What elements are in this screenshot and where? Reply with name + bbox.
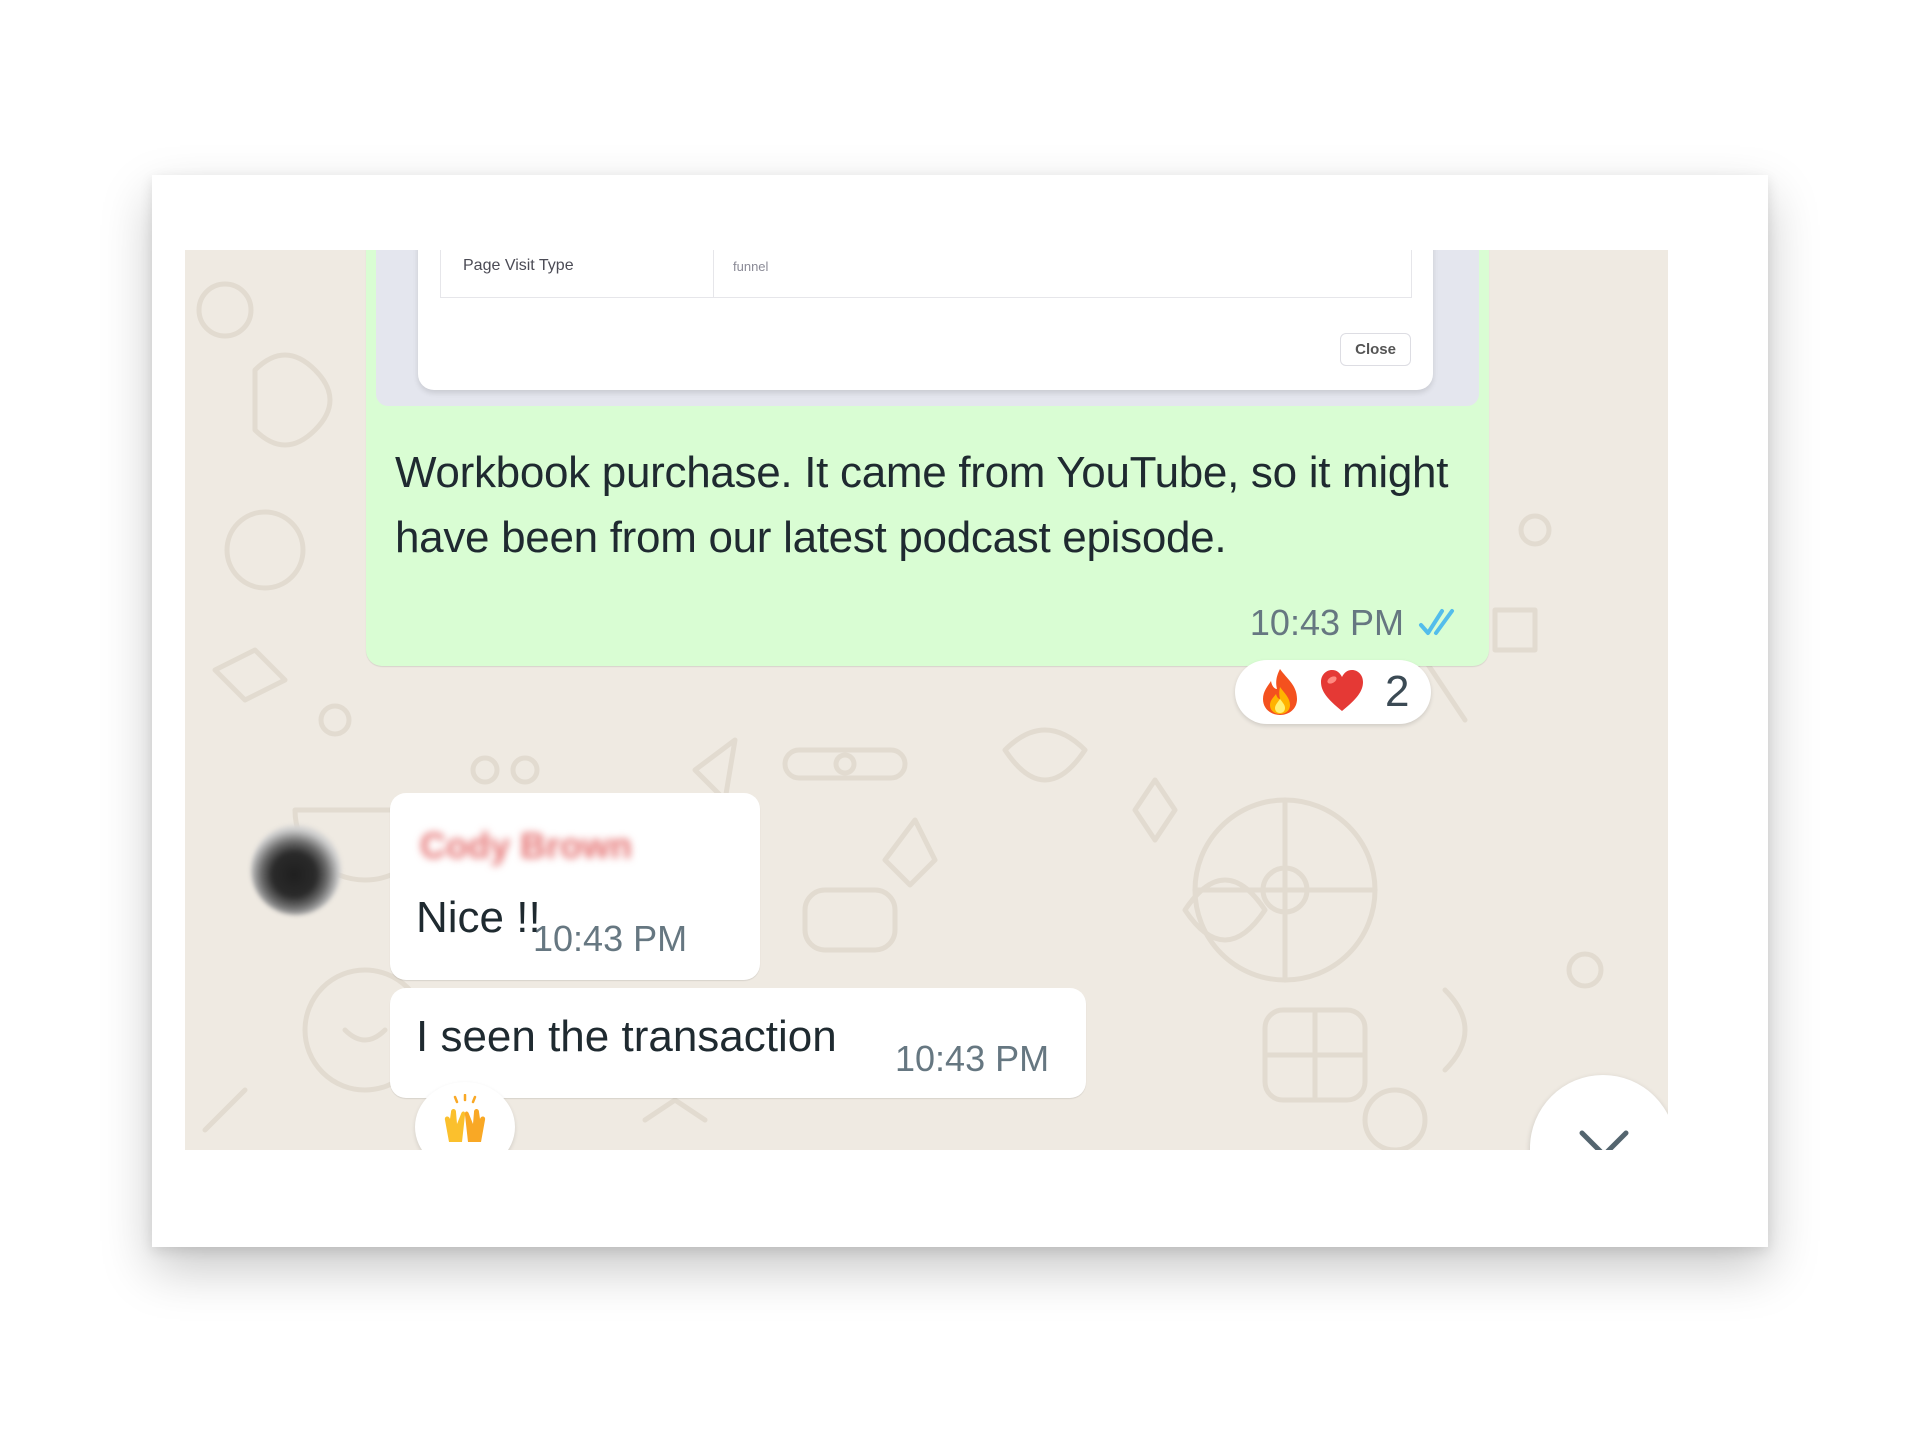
screenshot-frame: Page Visit Type funnel Close Workbook pu… bbox=[152, 175, 1768, 1247]
reaction-count: 2 bbox=[1385, 667, 1410, 716]
sender-name[interactable]: Cody Brown bbox=[420, 825, 632, 867]
double-check-icon bbox=[1419, 609, 1454, 635]
outgoing-message-text: Workbook purchase. It came from YouTube,… bbox=[395, 448, 1449, 562]
message-timestamp: 10:43 PM bbox=[533, 918, 688, 959]
preview-row-value: funnel bbox=[733, 259, 769, 274]
message-timestamp: 10:43 PM bbox=[895, 1038, 1050, 1079]
attached-image-preview[interactable]: Page Visit Type funnel Close bbox=[376, 250, 1479, 406]
message-timestamp: 10:43 PM bbox=[1249, 602, 1404, 643]
fire-emoji-icon bbox=[1263, 669, 1297, 715]
raising-hands-emoji-icon bbox=[444, 1094, 486, 1142]
incoming-message-bubble[interactable]: I seen the transaction 10:43 PM bbox=[390, 988, 1086, 1098]
preview-row-label: Page Visit Type bbox=[463, 257, 574, 274]
incoming-message-bubble[interactable]: Cody Brown Nice !! 10:43 PM bbox=[390, 793, 760, 980]
outgoing-message-bubble[interactable]: Page Visit Type funnel Close Workbook pu… bbox=[366, 250, 1489, 666]
preview-modal: Page Visit Type funnel Close bbox=[418, 250, 1433, 390]
incoming-message-text: Nice !! bbox=[416, 893, 541, 942]
preview-detail-table: Page Visit Type funnel bbox=[440, 250, 1412, 298]
preview-close-button: Close bbox=[1340, 333, 1411, 366]
reaction-summary[interactable]: 2 bbox=[1235, 660, 1432, 724]
incoming-message-text: I seen the transaction bbox=[416, 1012, 837, 1061]
sender-avatar[interactable] bbox=[251, 825, 341, 915]
red-heart-emoji-icon bbox=[1321, 670, 1363, 711]
chevron-down-icon bbox=[1579, 1130, 1629, 1150]
message-meta: 10:43 PM bbox=[1250, 602, 1464, 644]
chat-panel[interactable]: Page Visit Type funnel Close Workbook pu… bbox=[185, 250, 1668, 1150]
